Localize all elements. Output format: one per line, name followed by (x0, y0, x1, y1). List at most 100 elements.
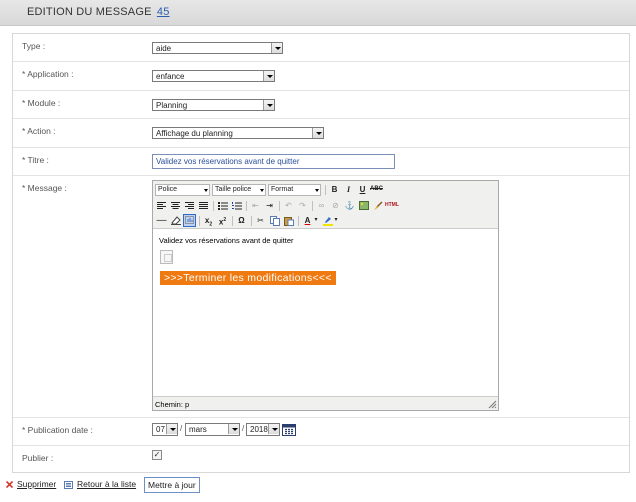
font-size-select-value: Taille police (215, 186, 252, 193)
delete-link[interactable]: Supprimer (6, 479, 56, 489)
underline-button[interactable]: U (356, 183, 369, 196)
publication-year-select[interactable]: 2018 (246, 423, 280, 436)
visual-aid-icon (185, 216, 194, 224)
type-select[interactable]: aide (152, 42, 283, 54)
copy-button[interactable] (268, 214, 281, 227)
format-select[interactable]: Format (268, 184, 321, 196)
back-to-list-link[interactable]: Retour à la liste (64, 479, 136, 489)
message-form: Type : aide * Application : enfance * Mo… (12, 33, 630, 473)
justify-button[interactable] (197, 199, 210, 212)
action-label: * Action : (22, 126, 56, 136)
bullet-list-button[interactable] (216, 199, 229, 212)
link-button[interactable]: ∞ (315, 199, 328, 212)
image-button[interactable] (357, 199, 370, 212)
publier-checkbox[interactable]: ✓ (152, 450, 162, 460)
list-icon (64, 480, 73, 489)
paste-button[interactable] (282, 214, 295, 227)
editor-toolbar: Police Taille police Format B I U ABC ⇤ … (153, 181, 498, 229)
chevron-down-icon (268, 424, 279, 434)
toolbar-separator (279, 201, 280, 211)
toolbar-separator (298, 216, 299, 226)
align-left-icon (157, 202, 166, 209)
action-row: * Action : Affichage du planning (13, 119, 629, 148)
message-row: * Message : Police Taille police Format (13, 176, 629, 418)
redo-button[interactable]: ↷ (296, 199, 309, 212)
editor-content-area[interactable]: Validez vos réservations avant de quitte… (153, 230, 498, 396)
action-select-value: Affichage du planning (156, 129, 233, 138)
publication-year-value: 2018 (250, 425, 268, 434)
chevron-down-icon (315, 189, 319, 192)
toolbar-separator (312, 201, 313, 211)
publication-date-label: * Publication date : (22, 425, 93, 435)
toolbar-separator (251, 216, 252, 226)
align-center-icon (171, 202, 180, 209)
font-size-select[interactable]: Taille police (212, 184, 266, 196)
remove-format-button[interactable] (169, 214, 182, 227)
text-color-dropdown[interactable]: ▾ (313, 214, 319, 227)
html-source-button[interactable]: HTML (385, 199, 399, 212)
indent-button[interactable]: ⇥ (263, 199, 276, 212)
broom-icon (373, 201, 383, 210)
cleanup-button[interactable] (371, 199, 384, 212)
delete-x-icon (6, 481, 13, 489)
highlight-color-dropdown[interactable]: ▾ (333, 214, 339, 227)
date-separator: / (180, 424, 183, 433)
horizontal-rule-button[interactable]: — (155, 214, 168, 227)
justify-icon (199, 202, 208, 209)
toolbar-row-1: Police Taille police Format B I U ABC (155, 183, 495, 197)
toolbar-separator (325, 185, 326, 195)
numbered-list-button[interactable] (230, 199, 243, 212)
bullet-list-icon (217, 202, 228, 210)
chevron-down-icon (260, 189, 264, 192)
toolbar-separator (213, 201, 214, 211)
editor-statusbar: Chemin: p (153, 396, 498, 410)
italic-button[interactable]: I (342, 183, 355, 196)
superscript-button[interactable]: x2 (216, 214, 229, 227)
module-select-value: Planning (156, 101, 188, 110)
undo-button[interactable]: ↶ (282, 199, 295, 212)
update-button[interactable]: Mettre à jour (144, 477, 200, 493)
font-select[interactable]: Police (155, 184, 210, 196)
special-char-button[interactable]: Ω (235, 214, 248, 227)
publication-day-select[interactable]: 07 (152, 423, 178, 436)
resize-grip-icon[interactable] (488, 400, 497, 409)
page-title: EDITION DU MESSAGE 45 (27, 6, 170, 18)
paste-icon (283, 217, 294, 226)
broken-image-icon (160, 250, 173, 264)
visual-aid-button[interactable] (183, 214, 196, 227)
module-select[interactable]: Planning (152, 99, 275, 111)
publication-date-row: * Publication date : 07 / mars / 2018 (13, 418, 629, 446)
type-row: Type : aide (13, 34, 629, 62)
eraser-icon (170, 216, 181, 225)
calendar-icon[interactable] (282, 423, 296, 436)
cut-button[interactable]: ✂ (254, 214, 267, 227)
date-separator: / (242, 424, 245, 433)
chevron-down-icon (204, 189, 208, 192)
publication-month-select[interactable]: mars (185, 423, 240, 436)
editor-banner-text: >>>Terminer les modifications<<< (160, 271, 336, 285)
highlighter-icon (322, 217, 333, 226)
align-right-button[interactable] (183, 199, 196, 212)
rich-text-editor: Police Taille police Format B I U ABC ⇤ … (152, 180, 499, 411)
align-left-button[interactable] (155, 199, 168, 212)
align-center-button[interactable] (169, 199, 182, 212)
page-header: EDITION DU MESSAGE 45 (0, 0, 636, 26)
bold-button[interactable]: B (328, 183, 341, 196)
align-right-icon (185, 202, 194, 209)
titre-label: * Titre : (22, 155, 49, 165)
subscript-button[interactable]: x2 (202, 214, 215, 228)
action-select[interactable]: Affichage du planning (152, 127, 324, 139)
unlink-button[interactable]: ⊘ (329, 199, 342, 212)
publication-day-value: 07 (156, 425, 165, 434)
publier-row: Publier : ✓ (13, 446, 629, 473)
titre-input[interactable]: Validez vos réservations avant de quitte… (152, 154, 395, 169)
chevron-down-icon (312, 128, 323, 138)
form-actions: Supprimer Retour à la liste Mettre à jou… (0, 477, 636, 497)
titre-row: * Titre : Validez vos réservations avant… (13, 148, 629, 176)
strikethrough-button[interactable]: ABC (370, 183, 383, 196)
anchor-button[interactable]: ⚓ (343, 199, 356, 212)
message-id-link[interactable]: 45 (157, 6, 170, 18)
application-select[interactable]: enfance (152, 70, 275, 82)
type-select-value: aide (156, 44, 172, 53)
outdent-button[interactable]: ⇤ (249, 199, 262, 212)
